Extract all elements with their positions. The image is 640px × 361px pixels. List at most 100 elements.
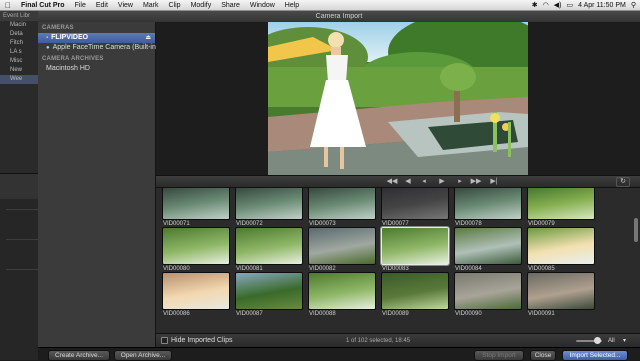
menu-window[interactable]: Window	[245, 0, 280, 11]
sidebar-item-facetime-camera[interactable]: ● Apple FaceTime Camera (Built-in)	[38, 43, 158, 53]
clip-thumbnail[interactable]	[454, 188, 522, 220]
stop-import-button[interactable]: Stop Import	[474, 350, 524, 361]
clip-item[interactable]: 40sVID00073	[308, 188, 376, 228]
clip-item[interactable]: VID00090	[454, 272, 522, 318]
library-row[interactable]: Misc	[0, 57, 38, 66]
chevron-down-icon[interactable]: ▾	[623, 334, 626, 348]
clip-thumbnail[interactable]	[162, 272, 230, 310]
fcp-toolbar	[0, 173, 38, 199]
loop-icon[interactable]: ↻	[616, 177, 630, 187]
clip-browser: 36sVID0007146sVID0007240sVID00073VID0007…	[156, 188, 640, 333]
create-archive-button[interactable]: Create Archive...	[48, 350, 110, 361]
clip-name: VID00090	[455, 311, 482, 317]
clip-thumbnail[interactable]: 13s	[527, 188, 595, 220]
clip-duration: 40s	[311, 188, 319, 190]
clip-item[interactable]: VID00089	[381, 272, 449, 318]
wifi-icon[interactable]: ◠	[543, 0, 549, 11]
clip-thumbnail[interactable]	[527, 272, 595, 310]
camera-import-window: Camera Import CAMERAS ▪ FLIPVIDEO ⏏ ● Ap…	[38, 11, 640, 361]
filter-dropdown[interactable]: All	[608, 334, 615, 348]
fast-forward-icon[interactable]: ▶▶	[470, 177, 482, 187]
clip-item[interactable]: VID00088	[308, 272, 376, 318]
battery-icon[interactable]: ▭	[567, 0, 574, 11]
clip-item[interactable]: VID00086	[162, 272, 230, 318]
menu-share[interactable]: Share	[216, 0, 245, 11]
thumbnail-zoom-knob[interactable]	[594, 337, 601, 344]
library-row[interactable]: New	[0, 66, 38, 75]
menu-modify[interactable]: Modify	[186, 0, 217, 11]
window-footer: Create Archive... Open Archive... Stop I…	[38, 347, 640, 361]
preview-viewer[interactable]	[268, 22, 528, 175]
clip-item[interactable]: VID00087	[235, 272, 303, 318]
volume-icon[interactable]: ◀)	[554, 0, 562, 11]
menu-file[interactable]: File	[70, 0, 91, 11]
clip-item[interactable]: VID00078	[454, 188, 522, 228]
clip-thumbnail[interactable]: 40s	[308, 188, 376, 220]
clip-item[interactable]: VID00091	[527, 272, 595, 318]
clip-thumbnail[interactable]	[308, 227, 376, 265]
clip-thumbnail[interactable]	[381, 272, 449, 310]
import-selected-button[interactable]: Import Selected...	[562, 350, 628, 361]
menu-mark[interactable]: Mark	[138, 0, 164, 11]
clip-thumbnail[interactable]: 36s	[162, 188, 230, 220]
open-archive-button[interactable]: Open Archive...	[114, 350, 172, 361]
hide-imported-checkbox[interactable]	[161, 337, 168, 344]
sidebar-item-label: FLIPVIDEO	[51, 34, 89, 41]
bluetooth-icon[interactable]: ✱	[532, 0, 538, 11]
go-to-end-icon[interactable]: ▶|	[488, 177, 500, 187]
menu-clock[interactable]: 4 Apr 11:50 PM	[578, 2, 626, 9]
apple-icon[interactable]: 	[0, 1, 16, 10]
menu-clip[interactable]: Clip	[164, 0, 186, 11]
transport-bar: ◀◀ ◀ ◂ ▶ ▸ ▶▶ ▶| ↻	[156, 175, 640, 188]
clip-item[interactable]: VID00077	[381, 188, 449, 228]
clip-item[interactable]: 13sVID00079	[527, 188, 595, 228]
library-row[interactable]: Wee	[0, 75, 38, 84]
clip-item[interactable]: VID00080	[162, 227, 230, 273]
clip-item[interactable]: VID00082	[308, 227, 376, 273]
clip-thumbnail[interactable]	[381, 188, 449, 220]
clip-name: VID00086	[163, 311, 190, 317]
clip-thumbnail[interactable]	[454, 272, 522, 310]
sidebar-item-macintosh-hd[interactable]: Macintosh HD	[38, 64, 155, 74]
preview-frame-image	[268, 22, 528, 175]
library-row[interactable]: Fitch	[0, 39, 38, 48]
clip-item[interactable]: 36sVID00071	[162, 188, 230, 228]
clip-thumbnail[interactable]	[381, 227, 449, 265]
camera-archives-header: CAMERA ARCHIVES	[42, 56, 104, 62]
sidebar-item-flipvideo[interactable]: ▪ FLIPVIDEO ⏏	[38, 33, 155, 43]
library-row[interactable]: Deta	[0, 30, 38, 39]
clip-thumbnail[interactable]	[527, 227, 595, 265]
search-icon[interactable]: ⚲	[631, 0, 636, 11]
clip-item[interactable]: VID00085	[527, 227, 595, 273]
clip-item[interactable]: VID00081	[235, 227, 303, 273]
clip-thumbnail[interactable]	[308, 272, 376, 310]
hide-imported-label: Hide Imported Clips	[171, 337, 233, 344]
browser-scrollbar[interactable]	[634, 218, 638, 242]
clip-duration: 36s	[165, 188, 173, 190]
close-button[interactable]: Close	[530, 350, 556, 361]
clip-item[interactable]: VID00083	[381, 227, 449, 273]
eject-icon[interactable]: ⏏	[145, 33, 151, 43]
clip-thumbnail[interactable]	[235, 227, 303, 265]
library-row[interactable]: LA s	[0, 48, 38, 57]
next-frame-icon[interactable]: ▸	[454, 177, 466, 187]
rewind-icon[interactable]: ◀	[402, 177, 414, 187]
menu-view[interactable]: View	[113, 0, 138, 11]
clip-name: VID00091	[528, 311, 555, 317]
clip-thumbnail[interactable]	[454, 227, 522, 265]
clip-item[interactable]: VID00084	[454, 227, 522, 273]
clip-thumbnail[interactable]: 46s	[235, 188, 303, 220]
clip-item[interactable]: 46sVID00072	[235, 188, 303, 228]
play-icon[interactable]: ▶	[436, 177, 448, 187]
go-to-start-icon[interactable]: ◀◀	[386, 177, 398, 187]
fcp-timeline	[0, 199, 38, 360]
clip-thumbnail[interactable]	[235, 272, 303, 310]
clip-thumbnail[interactable]	[162, 227, 230, 265]
menu-app-name[interactable]: Final Cut Pro	[16, 0, 70, 11]
selection-count: 1 of 102 selected, 18:45	[346, 338, 411, 344]
previous-frame-icon[interactable]: ◂	[418, 177, 430, 187]
camera-sidebar: CAMERAS ▪ FLIPVIDEO ⏏ ● Apple FaceTime C…	[38, 22, 158, 347]
library-row[interactable]: Macin	[0, 21, 38, 30]
menu-edit[interactable]: Edit	[91, 0, 113, 11]
menu-help[interactable]: Help	[280, 0, 304, 11]
